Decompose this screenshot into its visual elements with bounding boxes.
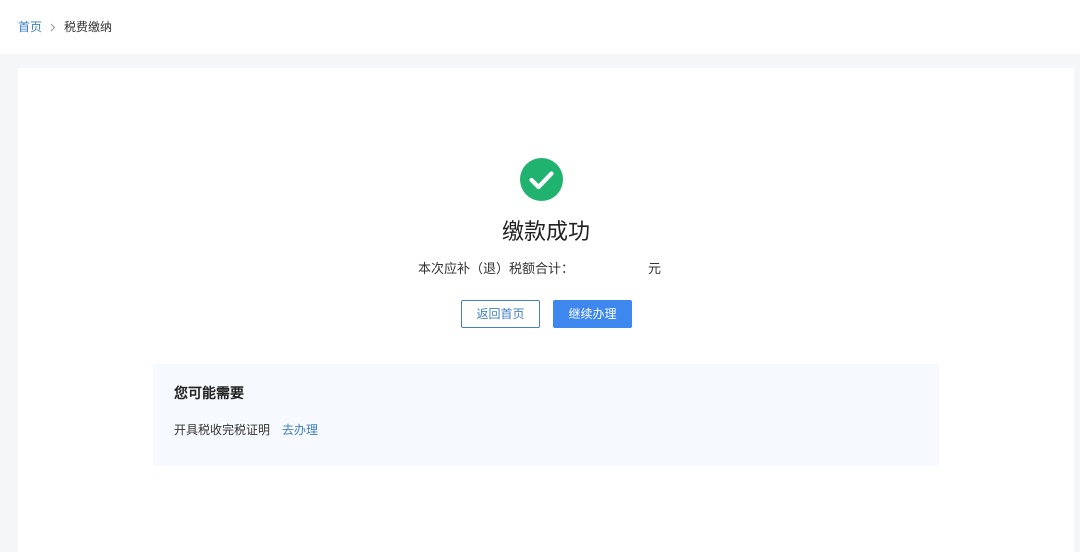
top-bar: 首页 税费缴纳 <box>0 0 1080 54</box>
check-circle-icon <box>520 158 563 201</box>
recommend-item-link[interactable]: 去办理 <box>282 423 318 437</box>
recommend-item-label: 开具税收完税证明 <box>174 423 271 437</box>
back-home-button[interactable]: 返回首页 <box>461 300 540 328</box>
chevron-right-icon <box>48 19 58 35</box>
continue-button[interactable]: 继续办理 <box>553 300 632 328</box>
breadcrumb-current: 税费缴纳 <box>64 20 113 34</box>
recommend-panel: 您可能需要 开具税收完税证明 去办理 <box>153 364 939 466</box>
result-title: 缴款成功 <box>501 220 590 245</box>
recommend-item: 开具税收完税证明 去办理 <box>174 422 318 438</box>
breadcrumb: 首页 税费缴纳 <box>18 19 112 35</box>
amount-label: 本次应补（退）税额合计： <box>418 262 575 277</box>
amount-unit: 元 <box>648 262 662 277</box>
recommend-title: 您可能需要 <box>174 386 244 402</box>
amount-row: 本次应补（退）税额合计： 元 <box>418 261 661 279</box>
result-card: 缴款成功 本次应补（退）税额合计： 元 返回首页 继续办理 您可能需要 开具税收完… <box>18 68 1074 552</box>
breadcrumb-home-link[interactable]: 首页 <box>18 19 42 35</box>
